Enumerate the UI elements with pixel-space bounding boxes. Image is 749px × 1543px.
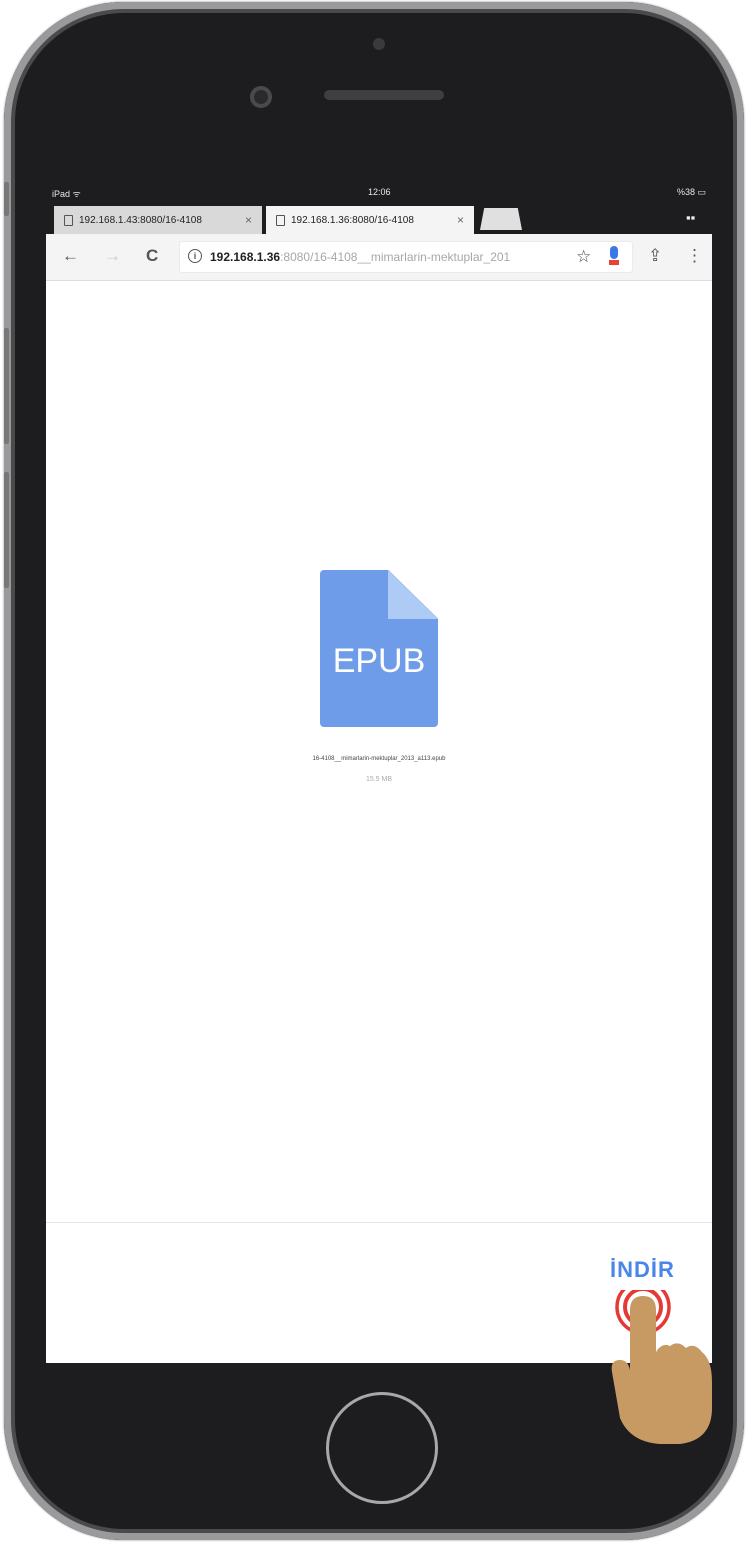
forward-icon[interactable]: → — [104, 246, 121, 266]
clock: 12:06 — [368, 187, 391, 197]
url-path: :8080/16-4108__mimarlarin-mektuplar_201 — [280, 250, 511, 264]
volume-up-button — [4, 328, 9, 444]
info-icon[interactable]: i — [188, 249, 202, 263]
url-host: 192.168.1.36 — [210, 250, 281, 264]
new-tab-button[interactable] — [480, 208, 522, 230]
status-bar: iPad ᯤ 12:06 %38 ▭ — [46, 180, 712, 202]
screen: iPad ᯤ 12:06 %38 ▭ 192.168.1.43:8080/16-… — [46, 180, 712, 1363]
front-camera — [250, 86, 272, 108]
tab-title: 192.168.1.43:8080/16-4108 — [79, 214, 202, 226]
file-type-label: EPUB — [332, 642, 426, 680]
earpiece-speaker — [324, 90, 444, 100]
device-label: iPad ᯤ — [52, 189, 81, 199]
microphone-icon[interactable] — [609, 246, 619, 265]
close-tab-icon[interactable]: × — [457, 213, 464, 227]
browser-toolbar: ← → C i 192.168.1.36:8080/16-4108__mimar… — [46, 234, 712, 281]
tab-switcher-icon[interactable]: ▪▪ — [686, 211, 698, 224]
tab-title: 192.168.1.36:8080/16-4108 — [291, 214, 414, 226]
back-icon[interactable]: ← — [62, 246, 79, 266]
home-button[interactable] — [326, 1392, 438, 1504]
close-tab-icon[interactable]: × — [245, 213, 252, 227]
bookmark-star-icon[interactable]: ☆ — [576, 247, 591, 267]
file-name: 16-4108__mimarlarin-mektuplar_2013_a113.… — [312, 756, 446, 762]
page-icon — [276, 214, 285, 226]
page-icon — [64, 214, 73, 226]
tab-inactive[interactable]: 192.168.1.43:8080/16-4108 × — [54, 206, 262, 234]
address-bar[interactable]: i 192.168.1.36:8080/16-4108__mimarlarin-… — [180, 242, 632, 272]
tap-hand-icon — [611, 1290, 712, 1444]
tab-active[interactable]: 192.168.1.36:8080/16-4108 × — [266, 206, 474, 234]
tab-strip: 192.168.1.43:8080/16-4108 × 192.168.1.36… — [46, 202, 712, 234]
camera-lens — [373, 38, 385, 50]
menu-icon[interactable]: ⋮ — [686, 246, 703, 266]
mute-switch — [4, 182, 9, 216]
url-text[interactable]: 192.168.1.36:8080/16-4108__mimarlarin-me… — [210, 250, 530, 264]
battery-indicator: %38 ▭ — [676, 187, 706, 197]
file-size: 15.5 MB — [365, 776, 393, 783]
download-button[interactable]: İNDİR — [610, 1257, 675, 1283]
reload-icon[interactable]: C — [146, 246, 158, 266]
volume-down-button — [4, 472, 9, 588]
share-icon[interactable]: ⇪ — [648, 246, 662, 266]
